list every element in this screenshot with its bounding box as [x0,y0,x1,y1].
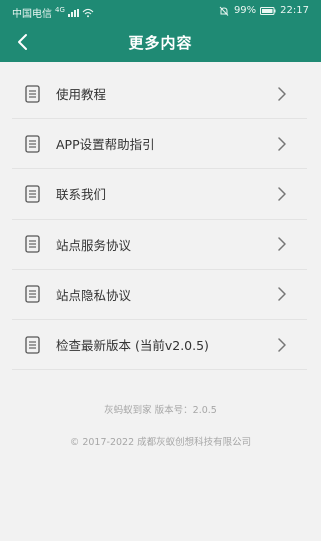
chevron-right-icon [278,187,286,201]
app-header: 中国电信 4G 99% 22:17 更多内容 [0,0,321,62]
status-right: 99% 22:17 [218,5,309,16]
menu-item-privacy-agreement[interactable]: 站点隐私协议 [12,270,307,320]
menu-item-service-agreement[interactable]: 站点服务协议 [12,220,307,270]
wifi-icon [82,8,94,17]
battery-percent: 99% [233,5,257,16]
mute-icon [219,6,229,16]
copyright-text: © 2017-2022 成都灰蚁创想科技有限公司 [69,437,252,448]
menu-list: 使用教程 APP设置帮助指引 联系我们 站点服务协议 站点隐私协议 检查最新版本… [12,69,307,371]
document-icon [25,235,40,253]
document-icon [25,84,40,103]
menu-item-label: 联系我们 [56,187,107,203]
status-left: 中国电信 4G [12,5,94,20]
carrier-label: 中国电信 [12,9,52,20]
chevron-right-icon [278,337,286,352]
version-text: 灰蚂蚁到家 版本号：2.0.5 [104,405,217,416]
menu-item-label: 站点服务协议 [56,237,132,253]
menu-item-tutorial[interactable]: 使用教程 [12,69,307,120]
chevron-right-icon [278,237,286,251]
menu-item-check-update[interactable]: 检查最新版本 (当前v2.0.5) [12,320,307,371]
page-title: 更多内容 [128,34,193,52]
document-icon [25,185,40,203]
document-icon [25,285,40,303]
menu-item-label: 站点隐私协议 [56,287,132,303]
chevron-right-icon [278,86,286,101]
battery-icon [260,6,276,15]
status-time: 22:17 [280,5,309,16]
document-icon [25,135,40,153]
menu-item-label: APP设置帮助指引 [56,137,155,153]
network-label: 4G [55,6,65,14]
menu-item-label: 使用教程 [56,87,107,103]
chevron-right-icon [278,137,286,151]
menu-item-contact-us[interactable]: 联系我们 [12,169,307,220]
chevron-right-icon [278,287,286,302]
status-bar: 中国电信 4G 99% 22:17 [0,0,321,22]
menu-item-label: 检查最新版本 (当前v2.0.5) [56,338,209,354]
document-icon [25,335,40,354]
menu-item-app-settings-help[interactable]: APP设置帮助指引 [12,119,307,170]
navigation-bar: 更多内容 [0,22,321,62]
signal-icon [67,8,79,17]
